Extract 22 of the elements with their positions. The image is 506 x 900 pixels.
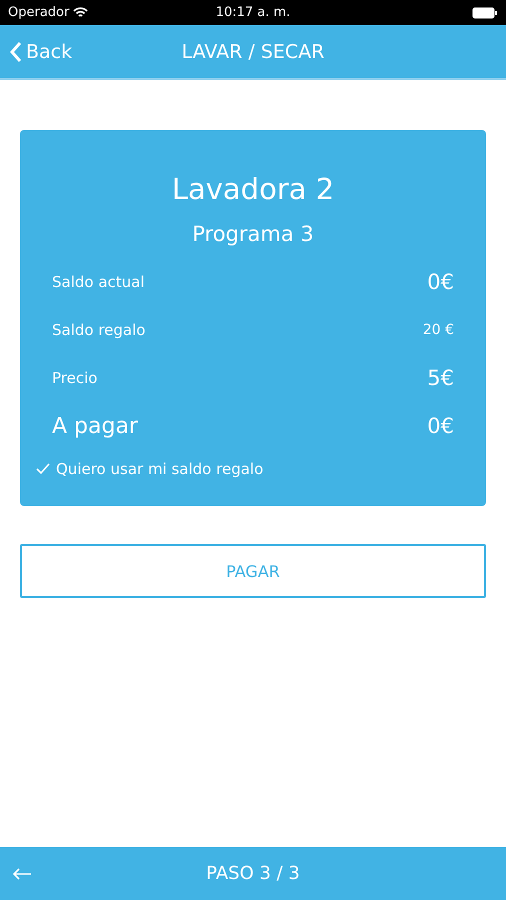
program-name: Programa 3: [192, 222, 314, 246]
row-label: A pagar: [52, 414, 138, 438]
back-button[interactable]: Back: [10, 40, 72, 62]
screen-title: LAVAR / SECAR: [182, 40, 324, 62]
checkmark-icon[interactable]: [36, 463, 50, 475]
row-amount: 20 €: [422, 322, 454, 338]
clock-time: 10:17 a. m.: [216, 5, 290, 20]
step-indicator: PASO 3 / 3: [206, 863, 300, 884]
machine-name: Lavadora 2: [172, 172, 334, 206]
pay-button[interactable]: PAGAR: [20, 544, 486, 598]
row-amount: 0€: [427, 270, 454, 294]
chevron-left-icon: [10, 40, 22, 62]
row-label: Saldo regalo: [52, 321, 146, 339]
arrow-left-icon[interactable]: [12, 868, 32, 880]
row-amount: 0€: [427, 414, 454, 438]
row-label: Precio: [52, 369, 98, 387]
wifi-icon: [73, 7, 88, 18]
battery-icon: [472, 6, 498, 18]
carrier-name: Operador: [8, 5, 70, 20]
row-label: Saldo actual: [52, 273, 145, 291]
gift-balance-option[interactable]: Quiero usar mi saldo regalo: [56, 460, 264, 478]
row-amount: 5€: [427, 366, 454, 390]
